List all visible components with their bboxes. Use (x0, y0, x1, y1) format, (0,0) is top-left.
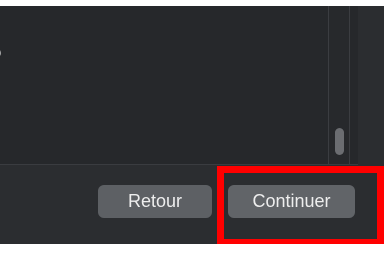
scrollbar-thumb[interactable] (335, 128, 344, 155)
bottom-edge (0, 244, 384, 256)
back-button[interactable]: Retour (98, 185, 212, 218)
continue-highlight-box (217, 166, 384, 246)
content-pane: o (0, 6, 358, 165)
partial-text: o (0, 44, 1, 62)
vertical-scrollbar[interactable] (328, 6, 350, 164)
